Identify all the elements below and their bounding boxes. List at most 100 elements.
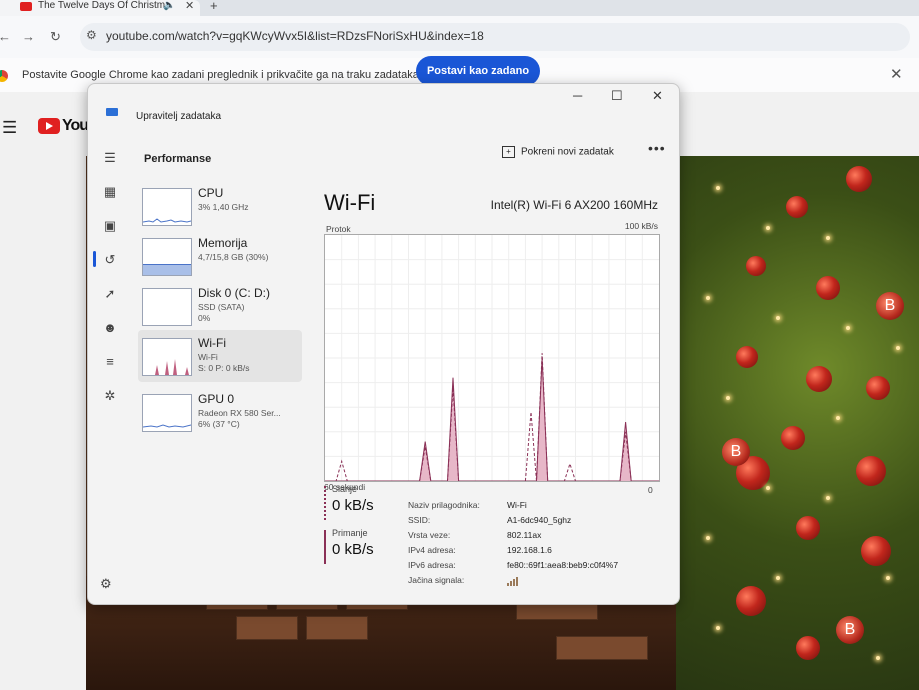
task-manager-window: Upravitelj zadataka ─ ☐ ✕ ☰ ▦ ▣ ↺ ➚ ☻ ≡ … [87,83,680,605]
property-value: fe80::69f1:aea8:beb9:c0f4%7 [507,560,619,570]
memory-thumbnail [142,238,192,276]
detail-heading: Wi-Fi [324,190,376,215]
receive-label: Primanje [332,528,368,538]
device-stat: Wi-Fi [198,352,218,362]
signal-strength-icon [507,577,521,586]
tab-title: The Twelve Days Of Christm [38,0,166,11]
property-row: Vrsta veze: 802.11ax [408,530,668,544]
device-item-cpu[interactable]: CPU 3% 1,40 GHz [138,180,302,232]
youtube-logo-icon[interactable] [38,118,60,134]
device-stat: S: 0 P: 0 kB/s [198,363,250,373]
device-name: CPU [198,186,224,200]
forward-arrow-icon[interactable]: → [22,29,35,44]
menu-icon[interactable]: ☰ [2,118,17,138]
adapter-model: Intel(R) Wi-Fi 6 AX200 160MHz [490,198,658,212]
hamburger-icon[interactable]: ☰ [102,150,118,166]
device-name: Disk 0 (C: D:) [198,286,270,300]
graph-label: Protok [326,224,351,234]
device-stat: 3% 1,40 GHz [198,202,249,212]
device-item-gpu[interactable]: GPU 0 Radeon RX 580 Ser... 6% (37 °C) [138,386,302,438]
task-manager-icon [106,108,118,116]
send-label: Slanje [332,484,358,494]
property-key: SSID: [408,515,431,525]
browser-toolbar: ← → ↻ ⚙ youtube.com/watch?v=gqKWcyWvx5I&… [0,16,919,58]
video-ornament-b: B [836,616,864,644]
details-icon[interactable]: ≡ [102,354,118,369]
send-legend-line [324,486,326,520]
device-item-disk[interactable]: Disk 0 (C: D:) SSD (SATA) 0% [138,280,302,332]
address-bar[interactable]: ⚙ youtube.com/watch?v=gqKWcyWvx5I&list=R… [80,23,910,51]
device-item-memory[interactable]: Memorija 4,7/15,8 GB (30%) [138,230,302,282]
device-name: Wi-Fi [198,336,226,350]
performance-icon[interactable]: ▣ [102,218,118,234]
new-tab-button[interactable]: + [210,0,218,13]
gpu-thumbnail [142,394,192,432]
infobar-message: Postavite Google Chrome kao zadani pregl… [22,69,419,81]
chrome-icon [0,70,8,82]
device-list: CPU 3% 1,40 GHz Memorija 4,7/15,8 GB (30… [132,180,302,440]
property-key: Naziv prilagodnika: [408,500,480,510]
video-christmas-tree: B B B [676,156,919,690]
browser-tab[interactable]: The Twelve Days Of Christm 🔈 ✕ [0,0,200,16]
receive-legend-line [324,530,326,564]
device-stat: Radeon RX 580 Ser... [198,408,281,418]
users-icon[interactable]: ☻ [102,320,118,335]
site-info-icon[interactable]: ⚙ [86,28,97,42]
cpu-thumbnail [142,188,192,226]
throughput-graph [324,234,660,482]
property-row: SSID: A1-6dc940_5ghz [408,515,668,529]
device-item-wifi[interactable]: Wi-Fi Wi-Fi S: 0 P: 0 kB/s [138,330,302,382]
property-key: IPv4 adresa: [408,545,456,555]
device-stat: 4,7/15,8 GB (30%) [198,252,269,262]
disk-thumbnail [142,288,192,326]
property-row: IPv4 adresa: 192.168.1.6 [408,545,668,559]
title-bar: Upravitelj zadataka ─ ☐ ✕ [88,84,679,122]
property-value: Wi-Fi [507,500,527,510]
run-new-task-label: Pokreni novi zadatak [521,146,614,158]
device-stat: SSD (SATA) [198,302,245,312]
throughput-chart [325,235,659,482]
property-row: Jačina signala: [408,575,668,589]
infobar-close-icon[interactable]: ✕ [890,65,903,83]
property-value: 192.168.1.6 [507,545,552,555]
back-arrow-icon[interactable]: ← [0,29,11,44]
property-row: IPv6 adresa: fe80::69f1:aea8:beb9:c0f4%7 [408,560,668,574]
device-name: GPU 0 [198,392,235,406]
maximize-icon[interactable]: ☐ [611,88,623,104]
set-default-button[interactable]: Postavi kao zadano [416,56,540,86]
send-value: 0 kB/s [332,497,374,514]
video-ornament-b: B [722,438,750,466]
receive-value: 0 kB/s [332,541,374,558]
property-key: Jačina signala: [408,575,465,585]
property-value: A1-6dc940_5ghz [507,515,572,525]
graph-max-label: 100 kB/s [624,221,658,231]
property-key: IPv6 adresa: [408,560,456,570]
wifi-detail-panel: Wi-Fi Intel(R) Wi-Fi 6 AX200 160MHz Prot… [310,184,670,600]
wifi-thumbnail [142,338,192,376]
graph-min-label: 0 [648,485,653,495]
device-name: Memorija [198,236,248,250]
nav-rail: ☰ ▦ ▣ ↺ ➚ ☻ ≡ ✲ [88,120,132,604]
settings-gear-icon[interactable]: ⚙ [100,576,112,592]
close-icon[interactable]: ✕ [652,88,663,104]
property-row: Naziv prilagodnika: Wi-Fi [408,500,668,514]
app-history-icon[interactable]: ↺ [102,252,118,268]
url-text: youtube.com/watch?v=gqKWcyWvx5I&list=RDz… [106,29,484,43]
reload-icon[interactable]: ↻ [50,29,61,45]
device-stat: 0% [198,313,211,323]
property-key: Vrsta veze: [408,530,451,540]
services-icon[interactable]: ✲ [102,388,118,404]
device-stat: 6% (37 °C) [198,419,240,429]
page-header: Performanse + Pokreni novi zadatak ••• [132,120,679,180]
property-value: 802.11ax [507,530,542,540]
startup-apps-icon[interactable]: ➚ [102,286,118,302]
processes-icon[interactable]: ▦ [102,184,118,200]
run-new-task-button[interactable]: + Pokreni novi zadatak [502,146,614,158]
video-ornament-b: B [876,292,904,320]
active-indicator [93,251,96,267]
youtube-favicon-icon [20,2,32,11]
minimize-icon[interactable]: ─ [573,88,582,103]
more-options-icon[interactable]: ••• [648,140,666,156]
speaker-icon[interactable]: 🔈 [163,0,175,11]
tab-close-icon[interactable]: ✕ [185,0,194,12]
